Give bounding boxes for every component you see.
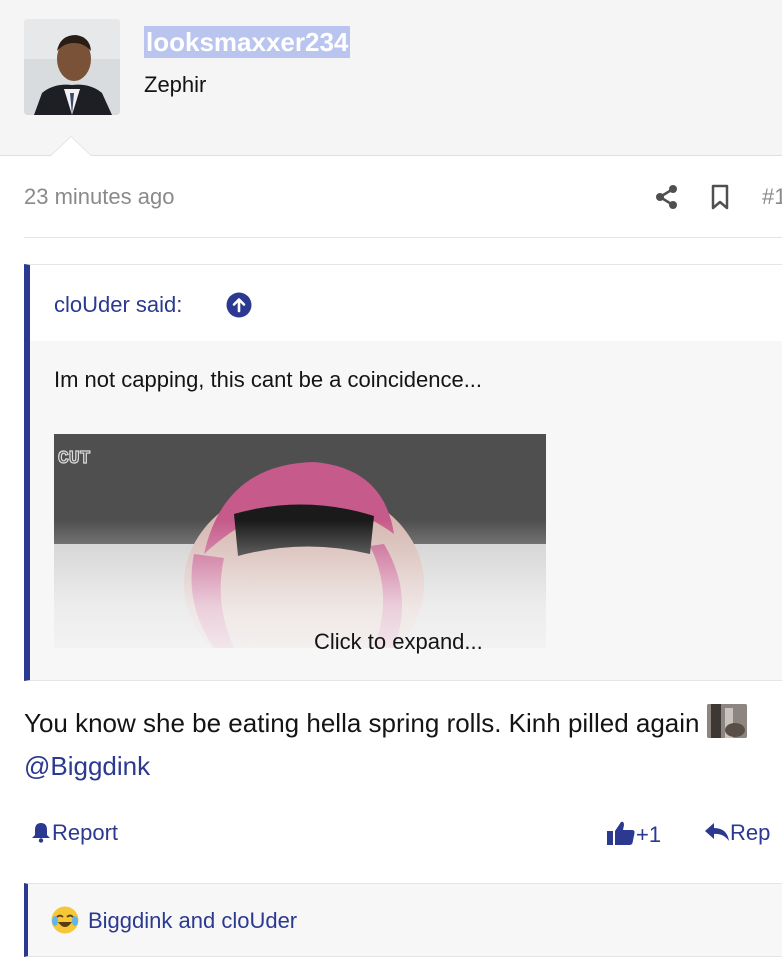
bell-icon [32,823,50,843]
post-message: You know she be eating hella spring roll… [24,702,764,788]
reply-label: Rep [730,820,771,845]
quote-header: cloUder said: [30,265,782,341]
arrow-up-circle-icon[interactable] [226,292,252,318]
header-pointer [50,136,92,156]
username-link[interactable]: looksmaxxer234 [144,26,351,58]
share-icon[interactable] [655,184,679,210]
avatar-image [24,19,120,115]
quote-body: Im not capping, this cant be a coinciden… [30,341,782,680]
quote-text: Im not capping, this cant be a coinciden… [54,367,483,392]
user-title: Zephir [144,72,207,97]
thumbs-up-icon [607,821,635,845]
quote-fade-overlay [30,520,782,680]
message-text: You know she be eating hella spring roll… [24,708,700,738]
quote-block: cloUder said: Im not capping, this cant … [24,264,782,681]
like-button[interactable]: +1 [606,820,661,848]
reactions-text[interactable]: Biggdink and cloUder [88,908,297,934]
inline-image[interactable] [706,704,747,738]
crying-laughing-emoji-icon [51,906,79,934]
inline-image-graphic [706,704,747,738]
post-timestamp[interactable]: 23 minutes ago [24,184,174,210]
user-mention-link[interactable]: @Biggdink [24,751,150,781]
reply-icon [705,823,729,841]
reply-button[interactable]: Rep [704,820,770,846]
quote-image-caption: CUT [58,449,91,469]
user-avatar[interactable] [24,19,120,115]
post-number-link[interactable]: #1 [762,184,782,210]
report-button[interactable]: Report [30,820,118,846]
quote-author-link[interactable]: cloUder said: [54,292,182,318]
expand-link[interactable]: Click to expand... [314,629,483,655]
like-label: +1 [636,822,662,847]
report-label: Report [52,820,119,845]
reactions-bar[interactable]: Biggdink and cloUder [24,883,782,957]
post-header: looksmaxxer234 Zephir [0,0,782,156]
post-divider [24,237,782,238]
bookmark-icon[interactable] [710,184,730,210]
